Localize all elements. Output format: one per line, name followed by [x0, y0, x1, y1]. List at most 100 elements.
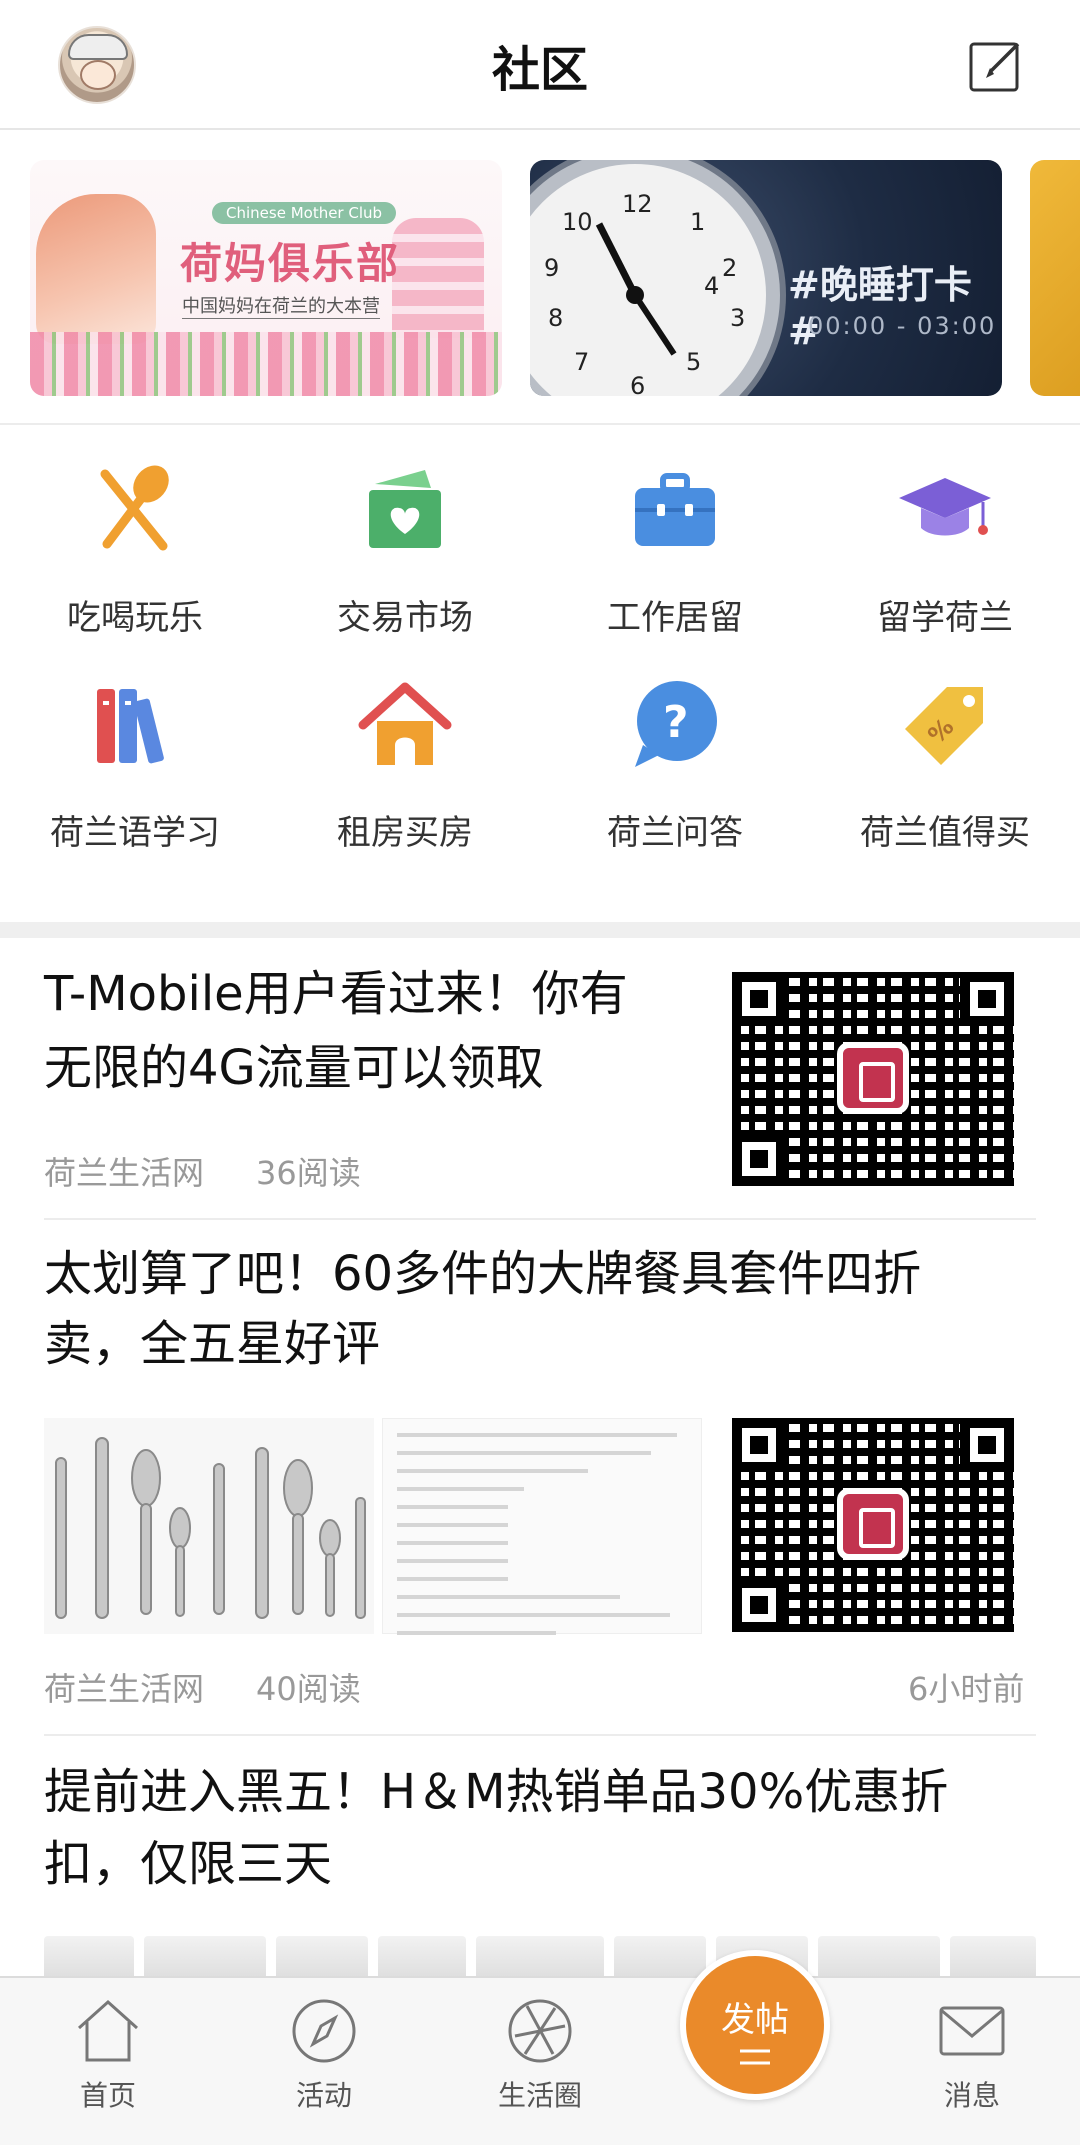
post-button[interactable]: 发帖 — [680, 1950, 830, 2100]
category-label: 荷兰语学习 — [50, 813, 220, 853]
product-thumbnail[interactable] — [44, 1936, 134, 1978]
page-title: 社区 — [491, 42, 588, 98]
qr-finder — [732, 1132, 786, 1186]
post-title-line[interactable]: 无限的4G流量可以领取 — [44, 1032, 544, 1104]
product-thumbnail[interactable] — [476, 1936, 604, 1978]
category-food[interactable]: 吃喝玩乐 — [0, 460, 270, 670]
compass-icon — [292, 1999, 356, 2063]
post-title-line[interactable]: 太划算了吧！60多件的大牌餐具套件四折 — [44, 1238, 921, 1310]
menu-lines-icon — [740, 2049, 770, 2065]
tab-label: 首页 — [79, 2079, 136, 2112]
category-study[interactable]: 留学荷兰 — [810, 460, 1080, 670]
alarm-clock-icon: 12 1 2 3 9 8 7 6 5 10 4 — [530, 160, 780, 396]
utensils-icon — [100, 465, 169, 551]
post-source: 荷兰生活网 — [44, 1670, 205, 1708]
category-label: 荷兰值得买 — [860, 813, 1030, 853]
tab-activity[interactable]: 活动 — [244, 1996, 404, 2126]
books-icon — [97, 689, 164, 764]
cutlery-icon — [55, 1437, 366, 1619]
graduation-cap-icon — [899, 478, 991, 536]
question-bubble-icon: ? — [635, 681, 717, 767]
svg-text:3: 3 — [730, 304, 745, 332]
qr-finder — [960, 1418, 1014, 1472]
briefcase-icon — [635, 473, 715, 546]
banner-next-peek[interactable] — [1030, 160, 1080, 396]
svg-text:1: 1 — [690, 208, 705, 236]
svg-text:9: 9 — [544, 254, 559, 282]
category-dutch[interactable]: 荷兰语学习 — [0, 675, 270, 885]
banner-carousel[interactable]: Chinese Mother Club 荷妈俱乐部 中国妈妈在荷兰的大本营 12… — [0, 160, 1080, 396]
qr-finder — [960, 972, 1014, 1026]
qr-code-image[interactable] — [732, 972, 1014, 1186]
svg-text:?: ? — [663, 697, 689, 748]
tab-life-circle[interactable]: 生活圈 — [460, 1996, 620, 2126]
tab-label: 活动 — [295, 2079, 352, 2112]
qr-code-image[interactable] — [732, 1418, 1014, 1632]
product-thumbnail[interactable] — [144, 1936, 266, 1978]
clock-face-icon: 12 12 3 9 8 7 6 5 10 4 — [544, 190, 745, 396]
svg-text:7: 7 — [574, 348, 589, 376]
post-reads: 40阅读 — [256, 1670, 361, 1708]
product-thumbnail[interactable] — [276, 1936, 368, 1978]
post-title-line[interactable]: 提前进入黑五！H＆M热销单品30%优惠折 — [44, 1756, 948, 1828]
discount-tag-icon: % — [905, 687, 983, 765]
product-thumbnail[interactable] — [614, 1936, 706, 1978]
tab-label: 消息 — [943, 2079, 1000, 2112]
svg-text:4: 4 — [704, 272, 719, 300]
qr-finder — [732, 972, 786, 1026]
product-thumbnail[interactable] — [378, 1936, 466, 1978]
qr-finder — [732, 1578, 786, 1632]
product-thumbnail[interactable] — [950, 1936, 1036, 1978]
svg-text:12: 12 — [622, 190, 653, 218]
category-housing[interactable]: 租房买房 — [270, 675, 540, 885]
divider — [44, 1218, 1036, 1220]
community-screen: 社区 Chinese Mother Club 荷妈俱乐部 中国妈妈在荷兰的大本营… — [0, 0, 1080, 2145]
svg-text:10: 10 — [562, 208, 593, 236]
post-title-line[interactable]: T-Mobile用户看过来！你有 — [44, 958, 628, 1030]
tab-messages[interactable]: 消息 — [892, 1996, 1052, 2126]
category-label: 工作居留 — [607, 598, 743, 638]
product-thumbnail[interactable] — [818, 1936, 940, 1978]
category-label: 荷兰问答 — [607, 813, 743, 853]
post-feed[interactable]: T-Mobile用户看过来！你有 无限的4G流量可以领取 荷兰生活网 36阅读 … — [0, 938, 1080, 1978]
mother-illustration — [36, 194, 156, 344]
post-title-line[interactable]: 卖，全五星好评 — [44, 1308, 380, 1380]
cutlery-image[interactable] — [44, 1418, 374, 1634]
club-title: 荷妈俱乐部 — [180, 239, 401, 288]
category-label: 吃喝玩乐 — [67, 598, 203, 638]
svg-text:8: 8 — [548, 304, 563, 332]
post-button-label: 发帖 — [721, 2000, 789, 2040]
category-label: 留学荷兰 — [877, 598, 1013, 638]
product-description-image[interactable] — [382, 1418, 702, 1635]
svg-text:2: 2 — [722, 254, 737, 282]
category-label: 租房买房 — [337, 813, 473, 853]
svg-text:6: 6 — [630, 372, 645, 396]
envelope-icon — [939, 2006, 1005, 2056]
tab-home[interactable]: 首页 — [28, 1996, 188, 2126]
post-reads: 36阅读 — [256, 1154, 361, 1192]
shopping-basket-icon — [369, 470, 441, 548]
banner-late-sleep[interactable]: 12 1 2 398 765 10 4 #晚睡打卡# 00:00 - 03:00 — [530, 160, 1002, 396]
compose-icon[interactable] — [968, 38, 1024, 94]
banner-mother-club[interactable]: Chinese Mother Club 荷妈俱乐部 中国妈妈在荷兰的大本营 — [30, 160, 502, 396]
club-tag: Chinese Mother Club — [212, 202, 397, 224]
aperture-icon — [508, 1999, 572, 2063]
bottom-tab-bar: 首页 活动 生活圈 消息 — [0, 1976, 1080, 2145]
top-bar: 社区 — [0, 0, 1080, 130]
category-market[interactable]: 交易市场 — [270, 460, 540, 670]
category-work[interactable]: 工作居留 — [540, 460, 810, 670]
post-time: 6小时前 — [908, 1670, 1025, 1708]
category-qa[interactable]: ? 荷兰问答 — [540, 675, 810, 885]
post-title-line[interactable]: 扣，仅限三天 — [44, 1828, 332, 1900]
tab-label: 生活圈 — [497, 2079, 582, 2112]
category-grid: 吃喝玩乐 交易市场 工作居留 留学荷兰 荷兰语学习 租房买房 ? 荷兰问答 % … — [0, 460, 1080, 880]
tulips-decoration — [30, 332, 502, 396]
qr-finder — [732, 1418, 786, 1472]
category-deals[interactable]: % 荷兰值得买 — [810, 675, 1080, 885]
divider — [44, 1734, 1036, 1736]
section-gap — [0, 922, 1080, 938]
house-icon — [358, 682, 452, 765]
app-logo-icon — [837, 1042, 909, 1114]
divider — [0, 423, 1080, 425]
product-thumbnails[interactable] — [44, 1936, 1036, 1978]
